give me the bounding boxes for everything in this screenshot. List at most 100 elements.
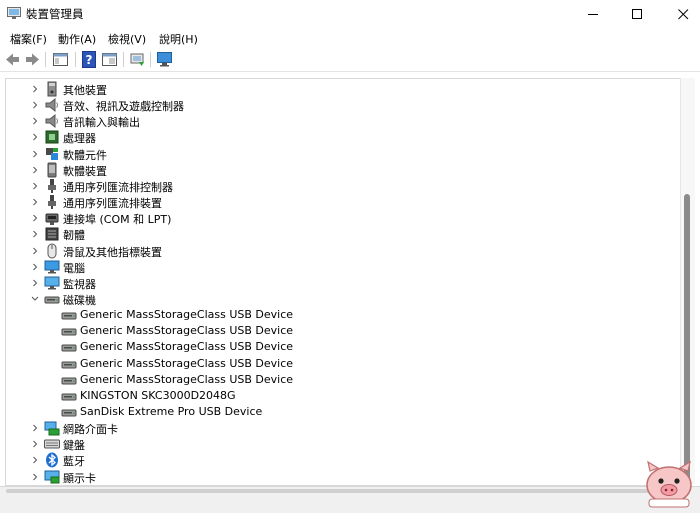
chevron-right-icon[interactable] (30, 245, 40, 257)
tree-category-item[interactable]: 監視器 (6, 275, 676, 291)
port-icon (45, 213, 59, 226)
tree-category-item[interactable]: 音效、視訊及遊戲控制器 (6, 97, 676, 113)
tree-item-label: Generic MassStorageClass USB Device (80, 324, 294, 338)
disk-drive-icon (61, 377, 77, 385)
tree-device-item[interactable]: Generic MassStorageClass USB Device (6, 323, 676, 339)
chevron-right-icon[interactable] (30, 212, 40, 224)
horizontal-scrollbar[interactable] (6, 489, 678, 493)
toolbar-separator (123, 52, 124, 67)
tree-device-item[interactable]: Generic MassStorageClass USB Device (6, 372, 676, 388)
menu-action[interactable]: 動作(A) (58, 31, 96, 47)
chevron-right-icon[interactable] (30, 438, 40, 450)
unknown-device-icon (47, 81, 57, 97)
chevron-right-icon[interactable] (30, 148, 40, 160)
tree-device-item[interactable]: Generic MassStorageClass USB Device (6, 356, 676, 372)
chevron-right-icon[interactable] (30, 99, 40, 111)
monitor-icon (44, 276, 60, 290)
back-arrow-icon[interactable] (4, 51, 21, 68)
tree-category-item[interactable]: 韌體 (6, 226, 676, 242)
tree-category-item[interactable]: 通用序列匯流排裝置 (6, 194, 676, 210)
tree-item-label: 顯示卡 (63, 471, 96, 485)
chevron-right-icon[interactable] (30, 228, 40, 240)
chevron-right-icon[interactable] (30, 196, 40, 208)
tree-item-label: 通用序列匯流排控制器 (63, 180, 173, 194)
tree-category-item[interactable]: 連接埠 (COM 和 LPT) (6, 210, 676, 226)
tree-item-label: Generic MassStorageClass USB Device (80, 372, 294, 386)
tree-item-label: 網路介面卡 (63, 423, 118, 437)
tree-device-item[interactable]: Generic MassStorageClass USB Device (6, 307, 676, 323)
tree-item-label: 藍牙 (63, 455, 85, 469)
close-button[interactable] (660, 0, 700, 28)
bluetooth-icon (46, 452, 58, 468)
device-manager-icon (7, 7, 21, 19)
update-driver-icon[interactable] (129, 51, 146, 68)
software-component-icon (46, 147, 58, 160)
vertical-scroll-thumb[interactable] (684, 194, 690, 484)
tree-item-label: 軟體元件 (63, 148, 107, 162)
tree-item-label: Generic MassStorageClass USB Device (80, 340, 294, 354)
watermark-logo (646, 460, 692, 508)
chevron-right-icon[interactable] (30, 180, 40, 192)
properties-icon[interactable] (52, 51, 69, 68)
chevron-right-icon[interactable] (30, 261, 40, 273)
tree-category-item[interactable]: 通用序列匯流排控制器 (6, 178, 676, 194)
chevron-right-icon[interactable] (30, 83, 40, 95)
toolbar-separator (45, 52, 46, 67)
tree-item-label: 連接埠 (COM 和 LPT) (63, 213, 172, 227)
tree-item-label: 音訊輸入與輸出 (63, 116, 140, 130)
tree-category-item[interactable]: 藍牙 (6, 452, 676, 468)
tree-item-label: 音效、視訊及遊戲控制器 (63, 100, 184, 114)
tree-device-item[interactable]: KINGSTON SKC3000D2048G (6, 388, 676, 404)
tree-item-label: KINGSTON SKC3000D2048G (80, 388, 236, 402)
chevron-down-icon[interactable] (30, 293, 40, 305)
tree-category-item[interactable]: 顯示卡 (6, 469, 676, 485)
tree-category-item[interactable]: 軟體裝置 (6, 162, 676, 178)
tree-category-item[interactable]: 鍵盤 (6, 436, 676, 452)
disk-drive-icon (61, 409, 77, 417)
menu-view[interactable]: 檢視(V) (108, 31, 146, 47)
tree-item-label: 鍵盤 (63, 439, 85, 453)
tree-category-item[interactable]: 軟體元件 (6, 146, 676, 162)
tree-item-label: 監視器 (63, 277, 96, 291)
view-resources-icon[interactable] (101, 51, 118, 68)
tree-item-label: 軟體裝置 (63, 164, 107, 178)
tree-category-item[interactable]: 音訊輸入與輸出 (6, 113, 676, 129)
computer-icon (44, 260, 60, 274)
chevron-right-icon[interactable] (30, 131, 40, 143)
tree-category-item[interactable]: 其他裝置 (6, 81, 676, 97)
tree-item-label: 韌體 (63, 229, 85, 243)
tree-category-item[interactable]: 電腦 (6, 259, 676, 275)
chevron-right-icon[interactable] (30, 471, 40, 483)
window-title: 裝置管理員 (26, 7, 84, 21)
title-bar: 裝置管理員 (0, 0, 700, 28)
chevron-right-icon[interactable] (30, 422, 40, 434)
display-adapter-icon (44, 470, 60, 484)
forward-arrow-icon[interactable] (24, 51, 41, 68)
chevron-right-icon[interactable] (30, 115, 40, 127)
tree-category-item[interactable]: 滑鼠及其他指標裝置 (6, 243, 676, 259)
chevron-right-icon[interactable] (30, 164, 40, 176)
device-tree: 其他裝置音效、視訊及遊戲控制器 音訊輸入與輸出 處理器軟體元件軟體裝置通用序列匯流排… (5, 78, 681, 486)
minimize-button[interactable] (570, 0, 616, 28)
tree-item-label: Generic MassStorageClass USB Device (80, 356, 294, 370)
speaker-icon (45, 114, 58, 129)
tree-device-item[interactable]: SanDisk Extreme Pro USB Device (6, 404, 676, 420)
tree-item-label: Generic MassStorageClass USB Device (80, 308, 294, 322)
usb-icon (48, 195, 56, 210)
menu-file[interactable]: 檔案(F) (10, 31, 47, 47)
svg-text:?: ? (86, 53, 93, 67)
tree-device-item[interactable]: Generic MassStorageClass USB Device (6, 339, 676, 355)
menu-help[interactable]: 說明(H) (159, 31, 198, 47)
usb-icon (48, 178, 56, 193)
tree-category-item[interactable]: 磁碟機 (6, 291, 676, 307)
minimize-icon (587, 13, 598, 15)
maximize-button[interactable] (614, 0, 660, 28)
keyboard-icon (44, 439, 60, 449)
scan-hardware-icon[interactable] (156, 51, 173, 68)
chevron-right-icon[interactable] (30, 454, 40, 466)
tree-category-item[interactable]: 網路介面卡 (6, 420, 676, 436)
tree-category-item[interactable]: 處理器 (6, 129, 676, 145)
chevron-right-icon[interactable] (30, 277, 40, 289)
help-icon[interactable]: ? (81, 51, 98, 68)
cpu-icon (45, 130, 59, 144)
